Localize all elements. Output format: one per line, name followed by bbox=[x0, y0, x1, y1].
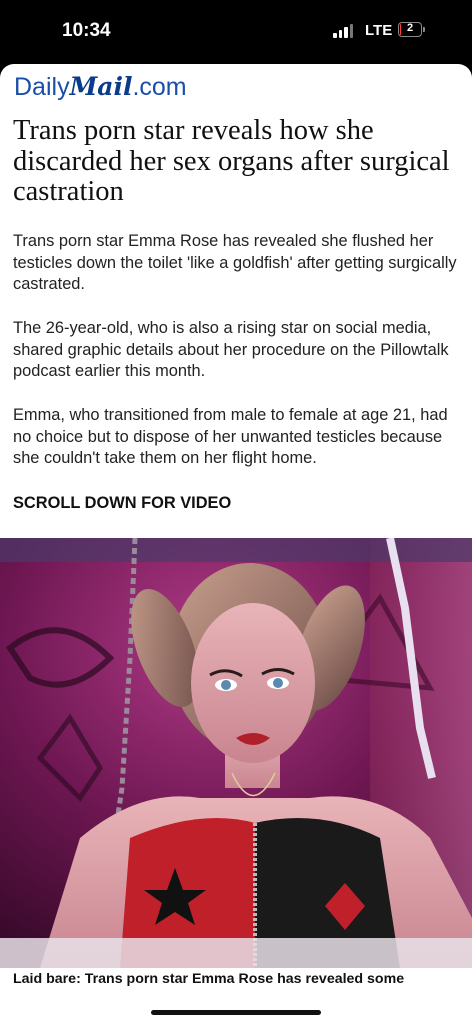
logo-daily: Daily bbox=[14, 73, 70, 101]
article-headline: Trans porn star reveals how she discarde… bbox=[13, 115, 450, 207]
article-paragraph-2: The 26-year-old, who is also a rising st… bbox=[13, 319, 449, 380]
article-paragraph-1: Trans porn star Emma Rose has revealed s… bbox=[13, 232, 457, 293]
battery-icon: 2 bbox=[398, 22, 422, 37]
logo-com: .com bbox=[132, 73, 187, 101]
signal-bars-icon bbox=[333, 24, 353, 38]
battery-cap bbox=[423, 27, 425, 32]
battery-percentage: 2 bbox=[406, 22, 414, 34]
photo-illustration bbox=[0, 538, 472, 968]
network-type: LTE bbox=[365, 22, 393, 39]
home-indicator[interactable] bbox=[151, 1010, 321, 1015]
status-bar: 10:34 LTE 2 bbox=[0, 0, 472, 62]
article-page: DailyMail.com Trans porn star reveals ho… bbox=[0, 64, 472, 1024]
logo-mail: Mail bbox=[69, 72, 133, 101]
image-caption: Laid bare: Trans porn star Emma Rose has… bbox=[13, 971, 405, 987]
scroll-down-notice[interactable]: SCROLL DOWN FOR VIDEO bbox=[13, 494, 231, 513]
clock: 10:34 bbox=[62, 20, 111, 41]
article-photo[interactable] bbox=[0, 538, 472, 968]
article-paragraph-3: Emma, who transitioned from male to fema… bbox=[13, 406, 448, 467]
dailymail-logo[interactable]: DailyMail.com bbox=[14, 72, 187, 102]
